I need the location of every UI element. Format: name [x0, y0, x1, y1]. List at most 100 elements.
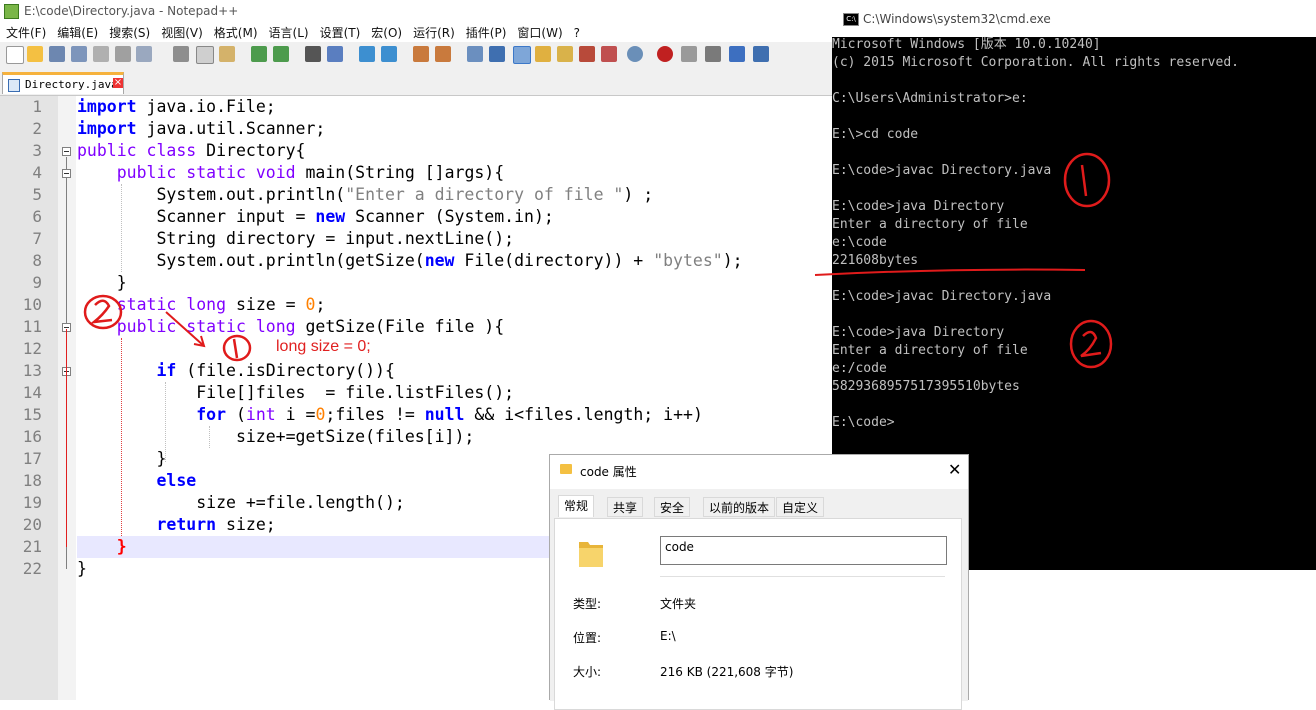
stop-macro-icon[interactable] — [681, 46, 697, 62]
tab-sharing[interactable]: 共享 — [607, 497, 644, 517]
run-macro-multiple-icon[interactable] — [729, 46, 745, 62]
folder-name-field[interactable]: code — [660, 536, 947, 565]
doc-map-icon[interactable] — [557, 46, 573, 62]
line-number: 13 — [22, 361, 42, 380]
undo-icon[interactable] — [251, 46, 267, 62]
line-number: 20 — [22, 515, 42, 534]
code-line-9: } — [77, 273, 127, 292]
code-text: Scanner input = — [77, 207, 316, 226]
menu-window[interactable]: 窗口(W) — [511, 22, 567, 41]
keyword: public class — [77, 141, 197, 160]
line-number: 6 — [32, 207, 42, 226]
sync-vertical-icon[interactable] — [413, 46, 429, 62]
record-macro-icon[interactable] — [657, 46, 673, 62]
code-line-10: static long size = 0; — [77, 294, 326, 316]
lang-icon[interactable] — [535, 46, 551, 62]
menu-run[interactable]: 运行(R) — [407, 22, 460, 41]
tab-general[interactable]: 常规 — [558, 495, 595, 517]
keyword: import — [77, 119, 137, 138]
line-number: 15 — [22, 405, 42, 424]
tab-security[interactable]: 安全 — [654, 497, 691, 517]
save-icon[interactable] — [49, 46, 65, 62]
close-file-icon[interactable] — [93, 46, 109, 62]
code-line-11: public static long getSize(File file ){ — [77, 316, 504, 338]
play-macro-icon[interactable] — [705, 46, 721, 62]
line-number: 4 — [32, 163, 42, 182]
code-text: main(String []args){ — [295, 163, 505, 182]
menu-format[interactable]: 格式(M) — [208, 22, 263, 41]
code-line-8: System.out.println(getSize(new File(dire… — [77, 250, 742, 272]
close-icon[interactable]: ✕ — [948, 460, 961, 479]
keyword: return — [156, 515, 217, 534]
code-line-4: public static void main(String []args){ — [77, 162, 504, 184]
dialog-title: code 属性 — [580, 465, 637, 479]
keyword: public static long — [116, 317, 296, 336]
new-file-icon[interactable] — [6, 46, 24, 64]
cmd-app-icon: C:\ — [843, 13, 859, 26]
file-tab-bar: Directory.java × — [0, 70, 832, 96]
fold-toggle-icon[interactable] — [62, 147, 71, 156]
code-text: ) ; — [623, 185, 654, 204]
open-file-icon[interactable] — [27, 46, 43, 62]
console-line: E:\code> — [832, 415, 895, 430]
show-all-chars-icon[interactable] — [489, 46, 505, 62]
keyword: else — [156, 471, 197, 490]
notepadpp-app-icon — [4, 4, 19, 19]
keyword: public static void — [116, 163, 296, 182]
menu-help[interactable]: ? — [568, 24, 585, 40]
line-number: 3 — [32, 141, 42, 160]
keyword: new — [424, 251, 455, 270]
line-number: 2 — [32, 119, 42, 138]
monitoring-eye-icon[interactable] — [627, 46, 643, 62]
fold-toggle-icon[interactable] — [62, 169, 71, 178]
word-wrap-icon[interactable] — [467, 46, 483, 62]
zoom-in-icon[interactable] — [359, 46, 375, 62]
close-tab-icon[interactable]: × — [113, 78, 123, 88]
notepad-toolbar — [0, 42, 832, 68]
indent-guide-icon[interactable] — [513, 46, 531, 64]
find-icon[interactable] — [305, 46, 321, 62]
general-panel: code 类型: 文件夹 位置: E:\ 大小: 216 KB (221,608… — [554, 518, 962, 710]
menu-file[interactable]: 文件(F) — [0, 22, 51, 41]
paste-icon[interactable] — [219, 46, 235, 62]
replace-icon[interactable] — [327, 46, 343, 62]
code-line-1: import java.io.File; — [77, 96, 276, 118]
zoom-out-icon[interactable] — [381, 46, 397, 62]
menu-plugins[interactable]: 插件(P) — [460, 22, 512, 41]
code-text: Scanner (System.in); — [345, 207, 554, 226]
notepad-title-bar: E:\code\Directory.java - Notepad++ — [0, 0, 832, 22]
size-value: 216 KB (221,608 字节) — [660, 665, 794, 679]
close-all-icon[interactable] — [115, 46, 131, 62]
tab-customize[interactable]: 自定义 — [776, 497, 825, 517]
line-number: 10 — [22, 295, 42, 314]
redo-icon[interactable] — [273, 46, 289, 62]
menu-edit[interactable]: 编辑(E) — [51, 22, 103, 41]
code-text: System.out.println(getSize( — [77, 251, 425, 270]
console-line: e:/code — [832, 361, 887, 376]
print-icon[interactable] — [136, 46, 152, 62]
line-number: 8 — [32, 251, 42, 270]
menu-macro[interactable]: 宏(O) — [365, 22, 407, 41]
size-label: 大小: — [573, 665, 602, 679]
menu-settings[interactable]: 设置(T) — [314, 22, 366, 41]
cmd-window-title: C:\Windows\system32\cmd.exe — [863, 12, 1051, 26]
tab-directory-java[interactable]: Directory.java × — [2, 72, 124, 94]
save-all-icon[interactable] — [71, 46, 87, 62]
save-macro-icon[interactable] — [753, 46, 769, 62]
function-list-icon[interactable] — [579, 46, 595, 62]
menu-language[interactable]: 语言(L) — [263, 22, 314, 41]
tab-previous-versions[interactable]: 以前的版本 — [703, 497, 776, 517]
console-line: E:\code>java Directory — [832, 199, 1005, 214]
console-line: Enter a directory of file — [832, 217, 1028, 232]
code-line-6: Scanner input = new Scanner (System.in); — [77, 206, 554, 228]
sync-horizontal-icon[interactable] — [435, 46, 451, 62]
cut-icon[interactable] — [173, 46, 189, 62]
menu-view[interactable]: 视图(V) — [155, 22, 208, 41]
menu-search[interactable]: 搜索(S) — [103, 22, 155, 41]
folder-workspace-icon[interactable] — [601, 46, 617, 62]
string-literal: "bytes" — [653, 251, 723, 270]
code-text: File(directory)) + — [454, 251, 654, 270]
copy-icon[interactable] — [196, 46, 214, 64]
code-line-13: if (file.isDirectory()){ — [77, 360, 394, 382]
